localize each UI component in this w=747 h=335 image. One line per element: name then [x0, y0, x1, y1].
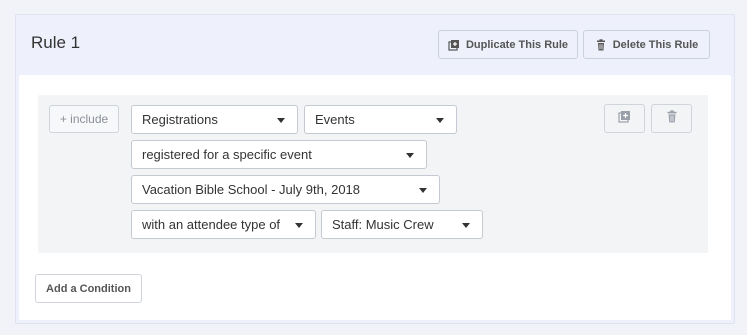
- condition-block: + include Registrations Events registere…: [38, 95, 708, 253]
- attendee-type-value: Staff: Music Crew: [332, 217, 434, 232]
- attendee-qualifier-select[interactable]: with an attendee type of: [131, 210, 316, 239]
- include-toggle-button[interactable]: + include: [49, 105, 119, 133]
- rule-body: + include Registrations Events registere…: [19, 75, 731, 320]
- chevron-down-icon: [419, 188, 427, 193]
- subcategory-select[interactable]: Events: [304, 105, 457, 134]
- delete-condition-button[interactable]: [651, 104, 692, 133]
- delete-rule-button[interactable]: Delete This Rule: [583, 30, 710, 59]
- delete-rule-label: Delete This Rule: [612, 38, 699, 51]
- criteria-select-value: registered for a specific event: [142, 147, 312, 162]
- trash-icon: [595, 38, 607, 51]
- chevron-down-icon: [295, 223, 303, 228]
- duplicate-icon: [448, 39, 460, 51]
- chevron-down-icon: [436, 118, 444, 123]
- subcategory-select-value: Events: [315, 112, 355, 127]
- category-select[interactable]: Registrations: [131, 105, 298, 134]
- duplicate-icon: [618, 110, 631, 128]
- duplicate-condition-button[interactable]: [604, 104, 645, 133]
- chevron-down-icon: [277, 118, 285, 123]
- duplicate-rule-button[interactable]: Duplicate This Rule: [438, 30, 578, 59]
- duplicate-rule-label: Duplicate This Rule: [465, 38, 569, 51]
- event-select-value: Vacation Bible School - July 9th, 2018: [142, 182, 361, 197]
- chevron-down-icon: [406, 153, 414, 158]
- trash-icon: [666, 109, 678, 128]
- attendee-qualifier-value: with an attendee type of: [142, 217, 281, 232]
- chevron-down-icon: [462, 223, 470, 228]
- criteria-select[interactable]: registered for a specific event: [131, 140, 427, 169]
- add-condition-button[interactable]: Add a Condition: [35, 274, 142, 303]
- rule-card: Rule 1 Duplicate This Rule Delete This R…: [15, 14, 735, 324]
- category-select-value: Registrations: [142, 112, 218, 127]
- attendee-type-select[interactable]: Staff: Music Crew: [321, 210, 483, 239]
- rule-title: Rule 1: [31, 33, 81, 52]
- event-select[interactable]: Vacation Bible School - July 9th, 2018: [131, 175, 440, 204]
